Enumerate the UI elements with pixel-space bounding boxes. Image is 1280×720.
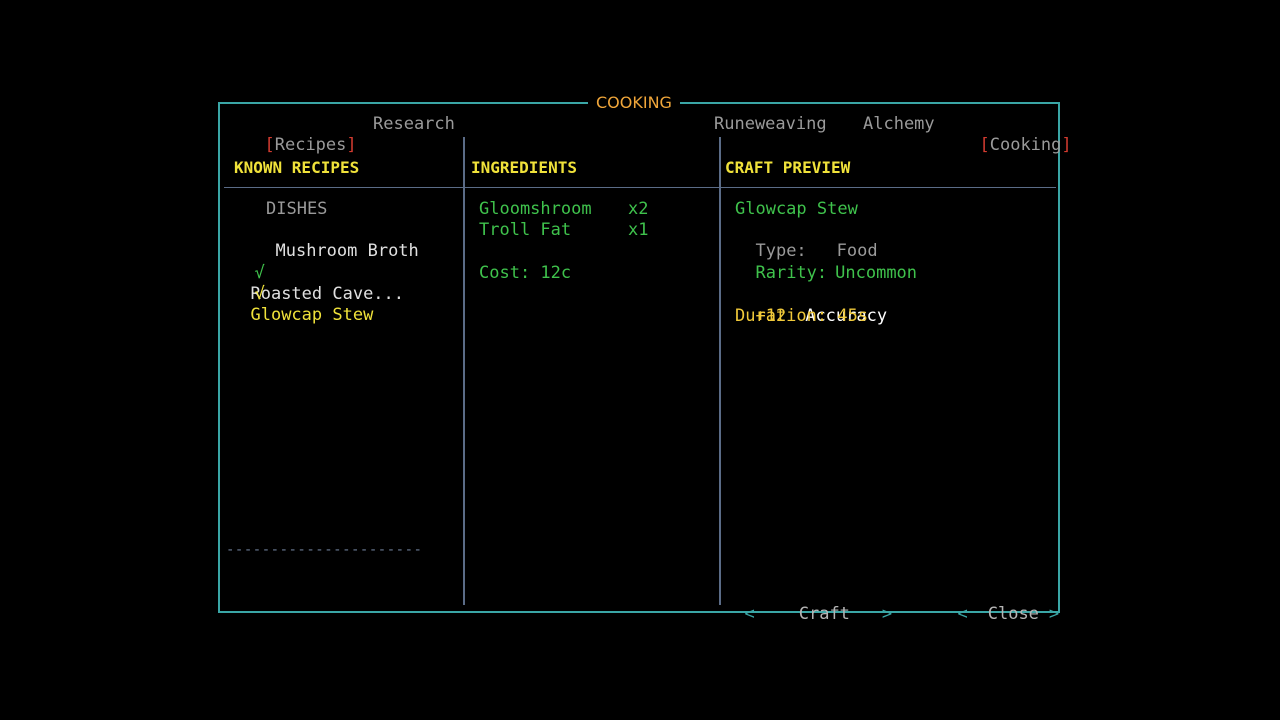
recipe-category-dishes: DISHES <box>266 199 328 219</box>
window-title: COOKING <box>588 92 680 114</box>
cooking-window-frame <box>218 102 1060 613</box>
known-check-icon: √ <box>254 284 265 304</box>
column-divider-right <box>719 137 721 605</box>
ingredient-quantity: x2 <box>628 199 649 219</box>
preview-rarity-row: Rarity: Uncommon <box>735 242 917 284</box>
tab-alchemy[interactable]: Alchemy <box>863 114 935 135</box>
tab-selected-bracket-left: [ <box>264 135 275 155</box>
recipe-list-divider: ---------------------- <box>226 542 423 558</box>
tab-cooking-label: Cooking <box>989 135 1062 155</box>
close-button[interactable]: < Close > <box>937 583 1059 625</box>
tab-recipes[interactable]: [Recipes] <box>244 114 357 156</box>
tab-runeweaving[interactable]: Runeweaving <box>714 114 827 135</box>
recipe-item-glowcap-stew[interactable]: √ Glowcap Stew <box>234 263 373 326</box>
ingredients-header: INGREDIENTS <box>471 158 577 177</box>
recipe-item-label: Glowcap Stew <box>250 305 374 325</box>
tab-selected-bracket-right: ] <box>1061 135 1072 155</box>
tab-cooking[interactable]: [Cooking] <box>959 114 1072 156</box>
craft-preview-header: CRAFT PREVIEW <box>725 158 851 177</box>
preview-item-name: Glowcap Stew <box>735 199 858 219</box>
tab-selected-bracket-left: [ <box>979 135 990 155</box>
close-button-label: Close <box>987 604 1039 624</box>
column-divider-left <box>463 137 465 605</box>
craft-button-label: Craft <box>798 604 850 624</box>
preview-rarity-label: Rarity: <box>755 263 828 283</box>
recipe-cost: Cost: 12c <box>479 263 572 283</box>
ingredient-name: Troll Fat <box>479 220 572 240</box>
chevron-right-icon: > <box>1048 604 1060 624</box>
known-recipes-header: KNOWN RECIPES <box>234 158 360 177</box>
header-underline <box>224 187 1056 188</box>
preview-rarity-value: Uncommon <box>835 263 918 283</box>
chevron-left-icon: < <box>957 604 968 624</box>
chevron-right-icon: > <box>881 604 893 624</box>
tab-selected-bracket-right: ] <box>346 135 357 155</box>
chevron-left-icon: < <box>744 604 755 624</box>
craft-button[interactable]: < Craft > <box>724 583 892 625</box>
preview-duration: Duration: 45s <box>735 306 869 326</box>
tab-recipes-label: Recipes <box>274 135 347 155</box>
ingredient-quantity: x1 <box>628 220 649 240</box>
tab-research[interactable]: Research <box>373 114 455 135</box>
ingredient-name: Gloomshroom <box>479 199 592 219</box>
